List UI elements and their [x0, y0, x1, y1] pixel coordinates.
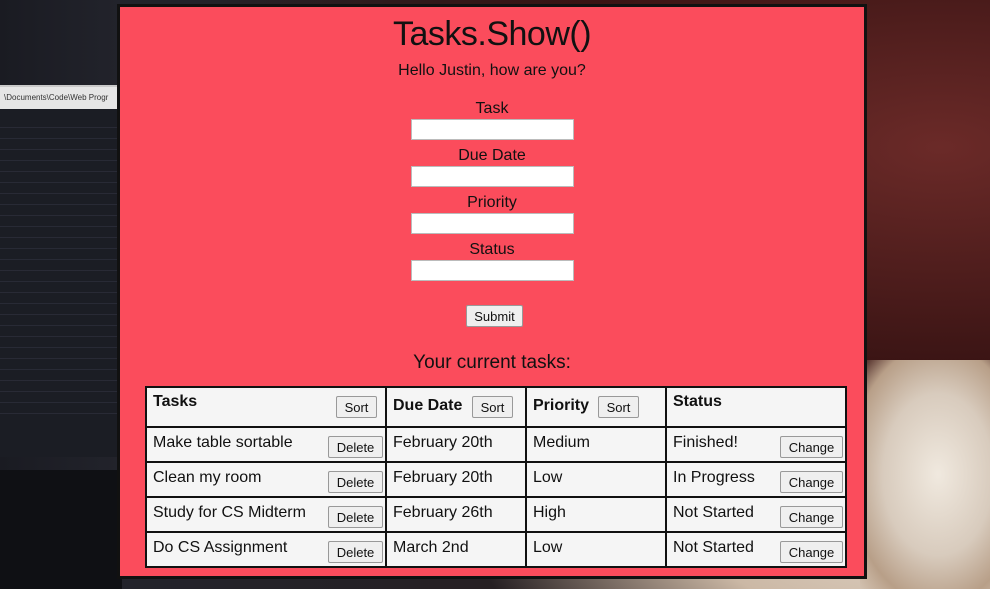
- status-value: Not Started: [673, 539, 754, 556]
- table-header-row: Tasks Sort Due Date Sort Priority Sort S…: [145, 386, 847, 428]
- page-title: Tasks.Show(): [392, 15, 592, 53]
- column-label-tasks: Tasks: [153, 393, 198, 410]
- status-cell: In Progress Change: [665, 461, 847, 498]
- task-input[interactable]: [411, 119, 574, 140]
- status-label: Status: [469, 241, 515, 258]
- background-code-lines: [0, 117, 122, 417]
- background-keyboard: [0, 470, 122, 589]
- priority-value: Low: [533, 469, 563, 486]
- due-date-label: Due Date: [458, 147, 526, 164]
- status-value: Not Started: [673, 504, 754, 521]
- task-name: Make table sortable: [153, 434, 293, 451]
- priority-input[interactable]: [411, 213, 574, 234]
- greeting-text: Hello Justin, how are you?: [398, 62, 586, 79]
- tasks-table: Tasks Sort Due Date Sort Priority Sort S…: [145, 386, 847, 568]
- change-status-button[interactable]: Change: [780, 506, 843, 528]
- tasks-heading: Your current tasks:: [413, 352, 571, 373]
- submit-button[interactable]: Submit: [466, 305, 523, 327]
- task-name: Do CS Assignment: [153, 539, 288, 556]
- column-label-due-date: Due Date: [393, 397, 463, 414]
- change-status-button[interactable]: Change: [780, 471, 843, 493]
- due-date-value: February 20th: [393, 434, 493, 451]
- column-header-tasks: Tasks Sort: [145, 386, 387, 428]
- delete-button[interactable]: Delete: [328, 471, 383, 493]
- sort-due-date-button[interactable]: Sort: [472, 396, 513, 418]
- background-plush-toy: [860, 360, 990, 589]
- column-label-priority: Priority: [533, 397, 590, 414]
- task-name: Clean my room: [153, 469, 262, 486]
- background-editor-path: \Documents\Code\Web Progr: [0, 87, 122, 109]
- status-value: Finished!: [673, 434, 738, 451]
- background-laptop-screen: \Documents\Code\Web Progr: [0, 85, 122, 457]
- due-date-value: March 2nd: [393, 539, 469, 556]
- change-status-button[interactable]: Change: [780, 436, 843, 458]
- status-cell: Not Started Change: [665, 496, 847, 533]
- priority-value: Medium: [533, 434, 590, 451]
- column-header-due-date: Due Date Sort: [385, 386, 527, 428]
- priority-value: Low: [533, 539, 563, 556]
- status-input[interactable]: [411, 260, 574, 281]
- task-cell: Do CS Assignment Delete: [145, 531, 387, 568]
- table-row: Study for CS Midterm Delete February 26t…: [145, 496, 847, 533]
- column-header-priority: Priority Sort: [525, 386, 667, 428]
- task-cell: Make table sortable Delete: [145, 426, 387, 463]
- priority-cell: Medium: [525, 426, 667, 463]
- due-date-cell: February 20th: [385, 426, 527, 463]
- priority-value: High: [533, 504, 566, 521]
- due-date-value: February 20th: [393, 469, 493, 486]
- task-name: Study for CS Midterm: [153, 504, 306, 521]
- due-date-cell: March 2nd: [385, 531, 527, 568]
- status-value: In Progress: [673, 469, 755, 486]
- due-date-cell: February 26th: [385, 496, 527, 533]
- column-label-status: Status: [673, 393, 722, 410]
- delete-button[interactable]: Delete: [328, 506, 383, 528]
- due-date-cell: February 20th: [385, 461, 527, 498]
- delete-button[interactable]: Delete: [328, 541, 383, 563]
- app-panel: Tasks.Show() Hello Justin, how are you? …: [117, 4, 867, 579]
- status-cell: Not Started Change: [665, 531, 847, 568]
- priority-cell: Low: [525, 461, 667, 498]
- change-status-button[interactable]: Change: [780, 541, 843, 563]
- status-cell: Finished! Change: [665, 426, 847, 463]
- task-label: Task: [475, 100, 509, 117]
- table-row: Clean my room Delete February 20th Low I…: [145, 461, 847, 498]
- table-row: Do CS Assignment Delete March 2nd Low No…: [145, 531, 847, 568]
- task-cell: Clean my room Delete: [145, 461, 387, 498]
- delete-button[interactable]: Delete: [328, 436, 383, 458]
- due-date-input[interactable]: [411, 166, 574, 187]
- task-cell: Study for CS Midterm Delete: [145, 496, 387, 533]
- sort-tasks-button[interactable]: Sort: [336, 396, 377, 418]
- table-row: Make table sortable Delete February 20th…: [145, 426, 847, 463]
- priority-cell: High: [525, 496, 667, 533]
- priority-cell: Low: [525, 531, 667, 568]
- priority-label: Priority: [467, 194, 517, 211]
- due-date-value: February 26th: [393, 504, 493, 521]
- column-header-status: Status: [665, 386, 847, 428]
- sort-priority-button[interactable]: Sort: [598, 396, 639, 418]
